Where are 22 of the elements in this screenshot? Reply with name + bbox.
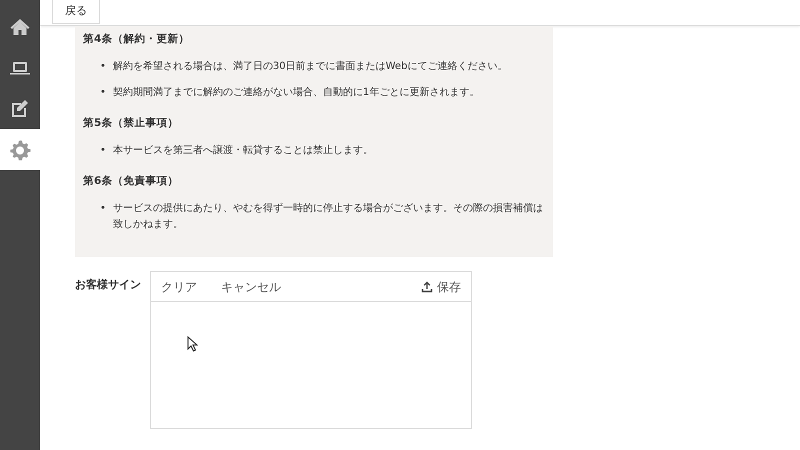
bullet-mark: • — [100, 86, 106, 100]
settings-icon — [9, 138, 31, 160]
bullet-mark: • — [100, 202, 106, 216]
back-button[interactable]: 戻る — [52, 0, 100, 24]
signature-label: お客様サイン — [75, 277, 142, 293]
cancel-button[interactable]: キャンセル — [221, 278, 281, 296]
save-button[interactable]: 保存 — [421, 278, 461, 296]
term-item: 契約期間満了までに解約のご連絡がない場合、自動的に1年ごとに更新されます。 — [112, 86, 480, 100]
signature-pad[interactable]: クリア キャンセル 保存 — [150, 271, 472, 429]
term-item: 本サービスを第三者へ譲渡・転貸することは禁止します。 — [112, 144, 374, 158]
mouse-pointer-icon — [187, 336, 198, 352]
section-heading: 第6条（免責事項） — [83, 174, 180, 189]
bullet-mark: • — [100, 60, 106, 74]
section-heading: 第4条（解約・更新） — [83, 32, 190, 47]
bullet-mark: • — [100, 144, 106, 158]
term-item: 解約を希望される場合は、満了日の30日前までに書面またはWebにてご連絡ください。 — [112, 60, 508, 74]
term-item: サービスの提供にあたり、やむを得ず一時的に停止する場合がございます。その際の損害補償は致しかねます。 — [112, 202, 544, 232]
edit-icon — [9, 98, 31, 120]
upload-icon — [421, 280, 433, 292]
sidebar-item[interactable] — [0, 129, 40, 170]
clear-button[interactable]: クリア — [161, 278, 197, 296]
section-heading: 第5条（禁止事項） — [83, 116, 180, 131]
